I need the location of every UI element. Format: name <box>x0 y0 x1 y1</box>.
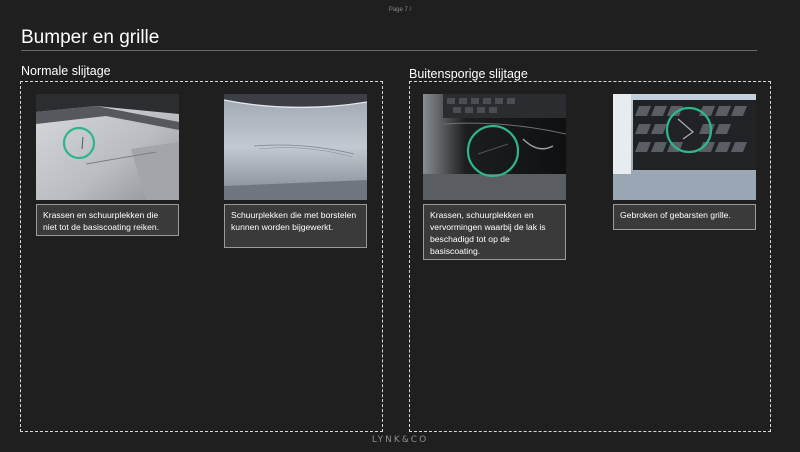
title-divider <box>21 50 757 51</box>
photo-bumper-deep-damage <box>423 94 566 200</box>
photo-bumper-scratch <box>36 94 179 200</box>
section-heading-normal-wear: Normale slijtage <box>21 64 111 78</box>
section-heading-excessive-wear: Buitensporige slijtage <box>409 67 528 81</box>
caption-bumper-scratch: Krassen en schuurplekken die niet tot de… <box>36 204 179 236</box>
caption-bumper-deep-damage: Krassen, schuurplekken en vervormingen w… <box>423 204 566 260</box>
caption-bumper-scuff: Schuurplekken die met borstelen kunnen w… <box>224 204 367 248</box>
page-number: Page 7 / <box>388 7 412 13</box>
photo-bumper-scuff <box>224 94 367 200</box>
lynk-co-logo: LYNK&CO <box>371 435 429 445</box>
photo-broken-grille <box>613 94 756 200</box>
caption-broken-grille: Gebroken of gebarsten grille. <box>613 204 756 230</box>
page-title: Bumper en grille <box>21 27 160 48</box>
